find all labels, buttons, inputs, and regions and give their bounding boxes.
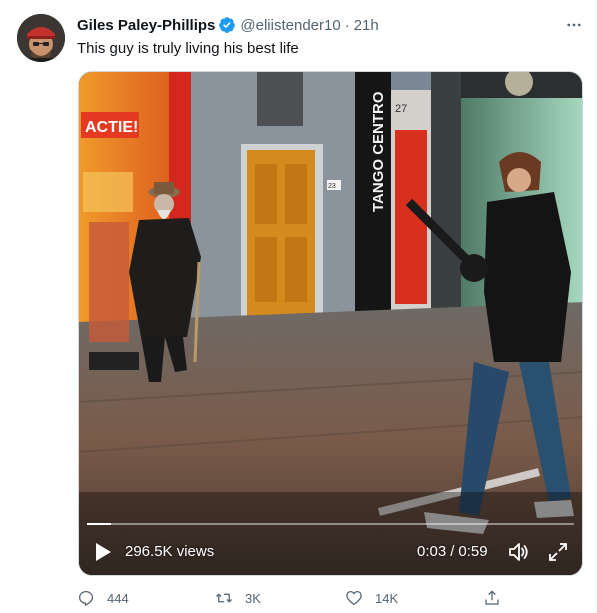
like-count: 14K [375, 590, 399, 606]
shop-sign-text: ACTIE! [85, 119, 138, 136]
vertical-sign-text: TANGO CENTRO [370, 91, 387, 212]
retweet-button[interactable]: 3K [215, 587, 261, 609]
play-button[interactable] [93, 542, 113, 562]
tweet[interactable]: Giles Paley-Phillips @eliistender10 · 21… [0, 0, 597, 613]
duration: 0:59 [458, 543, 488, 560]
tweet-timestamp[interactable]: 21h [354, 17, 379, 34]
retweet-icon [216, 593, 232, 603]
reply-icon [78, 590, 94, 606]
separator-dot: · [344, 16, 350, 34]
tweet-actions: 444 3K 14K [77, 587, 507, 609]
user-handle[interactable]: @eliistender10 [240, 17, 340, 34]
time-separator: / [450, 543, 455, 560]
avatar-image [17, 14, 65, 62]
wall-number-text: 23 [328, 183, 336, 190]
play-icon [96, 543, 111, 561]
video-timecode: 0:03 / 0:59 [417, 543, 488, 560]
door-number-text: 27 [395, 103, 407, 115]
fullscreen-icon [549, 543, 567, 561]
more-options-button[interactable] [562, 13, 586, 37]
like-icon [346, 590, 362, 606]
current-time: 0:03 [417, 543, 447, 560]
share-button[interactable] [483, 587, 501, 609]
retweet-count: 3K [245, 590, 261, 606]
verified-badge-icon [218, 16, 236, 34]
display-name[interactable]: Giles Paley-Phillips [77, 17, 215, 34]
volume-icon [509, 543, 528, 561]
like-button[interactable]: 14K [345, 587, 398, 609]
more-horizontal-icon [567, 23, 581, 27]
reply-count: 444 [107, 590, 129, 606]
tweet-text: This guy is truly living his best life [77, 40, 299, 57]
video-controls: 296.5K views 0:03 / 0:59 [79, 535, 582, 569]
video-progress-fill [87, 523, 112, 525]
video-progress-bar[interactable] [87, 523, 574, 525]
volume-button[interactable] [507, 540, 531, 564]
view-count: 296.5K views [125, 543, 215, 560]
share-icon [485, 590, 499, 605]
tweet-header: Giles Paley-Phillips @eliistender10 · 21… [77, 15, 379, 35]
video-player[interactable]: ACTIE! 23 TANGO CENTRO 27 296.5K views 0… [78, 71, 583, 576]
video-frame: ACTIE! 23 TANGO CENTRO 27 [79, 72, 582, 575]
avatar[interactable] [17, 14, 65, 62]
reply-button[interactable]: 444 [77, 587, 129, 609]
fullscreen-button[interactable] [547, 541, 569, 563]
